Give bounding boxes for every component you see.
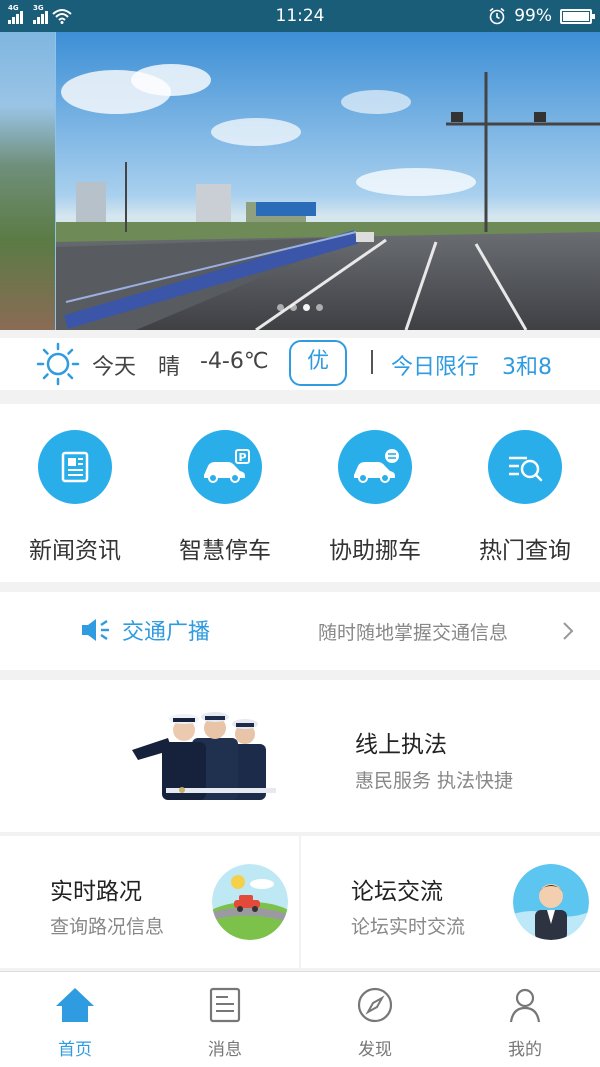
speaker-icon <box>82 619 109 641</box>
feature-cards: 实时路况 查询路况信息 论坛交流 论坛实时交流 <box>0 836 600 968</box>
move-car-icon <box>338 430 412 504</box>
bottom-tab-bar: 首页 消息 发现 我的 <box>0 971 600 1067</box>
newspaper-icon <box>38 430 112 504</box>
quick-item-move-car[interactable]: 协助挪车 <box>300 430 450 565</box>
tab-messages[interactable]: 消息 <box>150 972 300 1067</box>
message-icon <box>209 987 241 1023</box>
quick-item-hot-query[interactable]: 热门查询 <box>450 430 600 565</box>
police-officers-image <box>132 712 276 800</box>
tab-label: 我的 <box>508 1040 542 1060</box>
weather-condition: 晴 <box>158 355 181 380</box>
tab-me[interactable]: 我的 <box>450 972 600 1067</box>
carousel-dot[interactable] <box>290 304 297 311</box>
restriction-value: 3和8 <box>502 355 552 380</box>
carousel-indicator <box>0 304 600 311</box>
car-road-image <box>212 864 288 940</box>
battery-fill <box>563 11 589 21</box>
person-icon <box>509 988 541 1023</box>
tab-label: 消息 <box>208 1040 242 1060</box>
enforcement-subtitle: 惠民服务 执法快捷 <box>355 770 514 792</box>
parking-car-icon: P <box>188 430 262 504</box>
sun-icon <box>36 342 80 386</box>
search-list-icon <box>488 430 562 504</box>
home-icon <box>56 988 94 1022</box>
person-avatar-image <box>513 864 589 940</box>
online-enforcement-card[interactable]: 线上执法 惠民服务 执法快捷 <box>0 680 600 832</box>
card-title: 论坛交流 <box>351 879 443 905</box>
tab-home[interactable]: 首页 <box>0 972 150 1067</box>
card-subtitle: 查询路况信息 <box>50 916 165 938</box>
card-forum[interactable]: 论坛交流 论坛实时交流 <box>301 836 600 968</box>
air-quality-badge: 优 <box>289 340 347 386</box>
battery-percent: 99% <box>514 6 552 26</box>
banner-carousel[interactable] <box>0 32 600 330</box>
enforcement-title: 线上执法 <box>355 732 447 758</box>
quick-item-label: 热门查询 <box>479 538 571 564</box>
card-subtitle: 论坛实时交流 <box>351 916 466 938</box>
card-title: 实时路况 <box>50 879 142 905</box>
card-traffic-status[interactable]: 实时路况 查询路况信息 <box>0 836 299 968</box>
weather-today-label: 今天 <box>92 355 137 380</box>
quick-item-label: 协助挪车 <box>329 538 421 564</box>
quick-item-news[interactable]: 新闻资讯 <box>0 430 150 565</box>
quick-item-label: 智慧停车 <box>179 538 271 564</box>
broadcast-title: 交通广播 <box>122 620 211 645</box>
battery-icon <box>560 8 595 24</box>
previous-slide-peek <box>0 32 55 330</box>
chevron-right-icon <box>563 622 574 640</box>
banner-road-image <box>56 32 600 330</box>
quick-item-label: 新闻资讯 <box>29 538 121 564</box>
tab-label: 首页 <box>58 1040 92 1060</box>
tab-label: 发现 <box>358 1040 392 1060</box>
status-bar: 4G 3G 11:24 99% <box>0 0 600 32</box>
quick-item-parking[interactable]: P 智慧停车 <box>150 430 300 565</box>
divider <box>371 350 373 374</box>
compass-icon <box>357 987 393 1023</box>
broadcast-description: 随时随地掌握交通信息 <box>318 622 509 644</box>
tab-discover[interactable]: 发现 <box>300 972 450 1067</box>
traffic-broadcast-row[interactable]: 交通广播 随时随地掌握交通信息 <box>0 592 600 670</box>
quick-functions: 新闻资讯 P 智慧停车 协助挪车 热门查询 <box>0 404 600 582</box>
carousel-dot[interactable] <box>277 304 284 311</box>
restriction-label: 今日限行 <box>391 355 480 380</box>
carousel-dot[interactable] <box>303 304 310 311</box>
status-right: 99% <box>488 0 595 32</box>
weather-bar: 今天 晴 -4-6℃ 优 今日限行 3和8 <box>0 338 600 390</box>
alarm-icon <box>489 7 505 25</box>
svg-text:P: P <box>238 451 246 464</box>
carousel-dot[interactable] <box>316 304 323 311</box>
weather-temperature: -4-6℃ <box>200 349 269 374</box>
